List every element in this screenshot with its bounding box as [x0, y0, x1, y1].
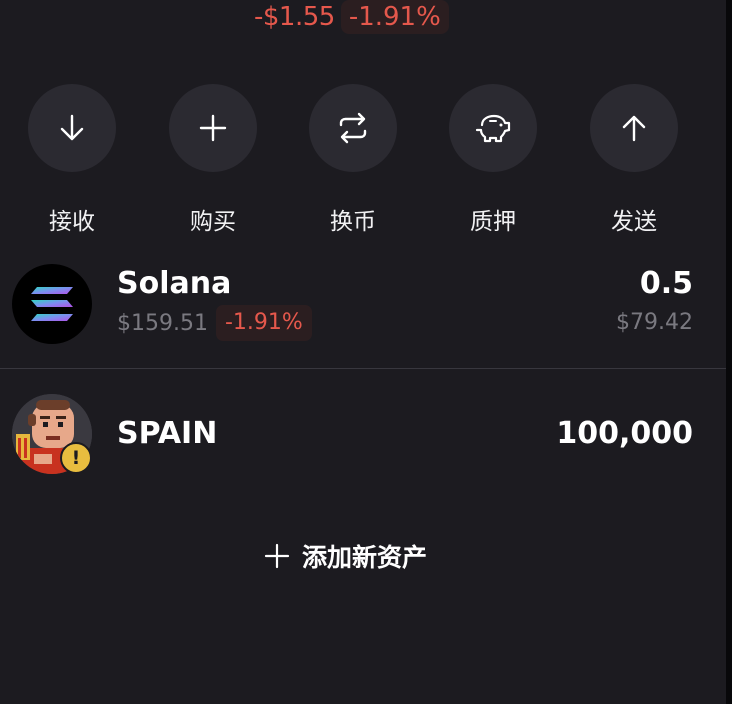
asset-value: $79.42: [616, 310, 693, 335]
receive-circle[interactable]: [28, 84, 116, 172]
asset-amount: 0.5: [639, 266, 693, 301]
asset-name: SPAIN: [117, 416, 218, 451]
change-amount: -$1.55: [254, 2, 335, 32]
asset-change-badge: -1.91%: [215, 305, 312, 341]
receive-label: 接收: [49, 209, 95, 235]
asset-name: Solana: [117, 266, 232, 301]
add-asset-label: 添加新资产: [302, 543, 428, 572]
wallet-screen: -$1.55 -1.91% 接收 购买 换币 质押 发送 Solana $159…: [0, 0, 732, 704]
send-button[interactable]: 发送: [564, 84, 704, 236]
buy-button[interactable]: 购买: [143, 84, 283, 236]
plus-icon: [264, 543, 290, 569]
receive-button[interactable]: 接收: [2, 84, 142, 236]
stake-label: 质押: [470, 209, 516, 235]
swap-icon: [339, 112, 367, 144]
screen-edge: [726, 0, 732, 704]
add-asset-button[interactable]: 添加新资产: [264, 536, 427, 576]
solana-logo-icon: [12, 264, 92, 344]
piggy-bank-icon: [475, 114, 511, 143]
swap-button[interactable]: 换币: [283, 84, 423, 236]
asset-row-solana[interactable]: Solana $159.51 -1.91% 0.5 $79.42: [0, 254, 726, 354]
stake-button[interactable]: 质押: [423, 84, 563, 236]
arrow-up-icon: [622, 115, 646, 142]
divider: [0, 368, 726, 369]
plus-icon: [199, 114, 227, 142]
buy-label: 购买: [190, 209, 236, 235]
warning-icon: !: [60, 442, 92, 474]
send-circle[interactable]: [590, 84, 678, 172]
asset-amount: 100,000: [556, 416, 693, 451]
stake-circle[interactable]: [449, 84, 537, 172]
send-label: 发送: [611, 209, 657, 235]
swap-circle[interactable]: [309, 84, 397, 172]
asset-price: $159.51: [117, 310, 208, 336]
swap-label: 换币: [330, 209, 376, 235]
asset-price-row: $159.51 -1.91%: [117, 305, 312, 341]
change-percent-badge: -1.91%: [340, 0, 449, 34]
portfolio-change: -$1.55 -1.91%: [254, 0, 449, 34]
arrow-down-icon: [60, 114, 84, 141]
asset-row-spain[interactable]: SPAIN 100,000: [0, 384, 726, 484]
warning-mark: !: [71, 447, 81, 469]
buy-circle[interactable]: [169, 84, 257, 172]
